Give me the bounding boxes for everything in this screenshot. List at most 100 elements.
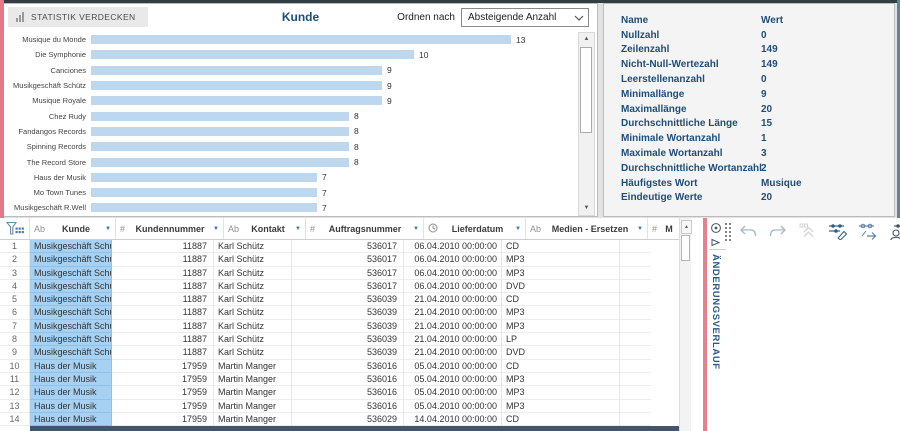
table-row[interactable]: 11Haus der Musik17959Martin Manger536016… (0, 373, 679, 386)
medien-cell[interactable]: MP3 (502, 386, 620, 399)
medien-cell[interactable]: LP (502, 333, 620, 346)
kundennummer-cell[interactable]: 17959 (112, 373, 214, 386)
table-row[interactable]: 8Musikgeschäft Schütz11887Karl Schütz536… (0, 333, 679, 346)
lieferdatum-cell[interactable]: 06.04.2010 00:00:00 (404, 240, 502, 253)
table-horizontal-scrollbar-thumb[interactable] (30, 426, 679, 431)
table-row[interactable]: 4Musikgeschäft Schütz11887Karl Schütz536… (0, 280, 679, 293)
kundennummer-cell[interactable]: 11887 (112, 333, 214, 346)
auftragsnummer-cell[interactable]: 536016 (292, 400, 404, 413)
kontakt-cell[interactable]: Karl Schütz (214, 320, 292, 333)
truncated-cell[interactable] (620, 280, 651, 293)
column-header-truncated[interactable]: # M (648, 218, 679, 239)
auftragsnummer-cell[interactable]: 536017 (292, 240, 404, 253)
kundennummer-cell[interactable]: 11887 (112, 293, 214, 306)
kontakt-cell[interactable]: Karl Schütz (214, 280, 292, 293)
kontakt-cell[interactable]: Martin Manger (214, 413, 292, 426)
kontakt-cell[interactable]: Karl Schütz (214, 333, 292, 346)
auftragsnummer-cell[interactable]: 536039 (292, 293, 404, 306)
lieferdatum-cell[interactable]: 21.04.2010 00:00:00 (404, 320, 502, 333)
kunde-cell[interactable]: Musikgeschäft Schütz (30, 267, 112, 280)
auftragsnummer-cell[interactable]: 536039 (292, 306, 404, 319)
kundennummer-cell[interactable]: 11887 (112, 320, 214, 333)
kunde-cell[interactable]: Musikgeschäft Schütz (30, 320, 112, 333)
lieferdatum-cell[interactable]: 05.04.2010 00:00:00 (404, 373, 502, 386)
truncated-cell[interactable] (620, 386, 651, 399)
kunde-cell[interactable]: Musikgeschäft Schütz (30, 346, 112, 359)
chart-bar[interactable] (91, 50, 414, 59)
medien-cell[interactable]: DVD (502, 346, 620, 359)
table-row[interactable]: 7Musikgeschäft Schütz11887Karl Schütz536… (0, 320, 679, 333)
chart-bar[interactable] (91, 81, 382, 90)
kontakt-cell[interactable]: Karl Schütz (214, 293, 292, 306)
column-header-kunde[interactable]: Ab Kunde ▼ (30, 218, 116, 239)
chart-bar[interactable] (91, 66, 382, 75)
kunde-cell[interactable]: Musikgeschäft Schütz (30, 253, 112, 266)
column-header-auftragsnummer[interactable]: # Auftragsnummer ▼ (306, 218, 424, 239)
truncated-cell[interactable] (620, 413, 651, 426)
chart-bar[interactable] (91, 35, 511, 44)
kunde-cell[interactable]: Musikgeschäft Schütz (30, 306, 112, 319)
kundennummer-cell[interactable]: 17959 (112, 386, 214, 399)
kundennummer-cell[interactable]: 11887 (112, 280, 214, 293)
lieferdatum-cell[interactable]: 14.04.2010 00:00:00 (404, 413, 502, 426)
table-row[interactable]: 2Musikgeschäft Schütz11887Karl Schütz536… (0, 253, 679, 266)
chart-bar[interactable] (91, 112, 349, 121)
chart-bar[interactable] (91, 96, 382, 105)
kundennummer-cell[interactable]: 11887 (112, 267, 214, 280)
table-vertical-scrollbar[interactable]: ▲ (679, 218, 691, 431)
apply-transformation-button[interactable] (857, 221, 879, 241)
table-scrollbar-thumb[interactable] (681, 235, 690, 261)
kunde-cell[interactable]: Haus der Musik (30, 373, 112, 386)
medien-cell[interactable]: CD (502, 360, 620, 373)
auftragsnummer-cell[interactable]: 536017 (292, 253, 404, 266)
kundennummer-cell[interactable]: 17959 (112, 413, 214, 426)
table-corner-cell[interactable] (0, 218, 30, 239)
kunde-cell[interactable]: Musikgeschäft Schütz (30, 333, 112, 346)
truncated-cell[interactable] (620, 373, 651, 386)
kontakt-cell[interactable]: Karl Schütz (214, 306, 292, 319)
column-header-kontakt[interactable]: Ab Kontakt ▼ (224, 218, 306, 239)
lieferdatum-cell[interactable]: 06.04.2010 00:00:00 (404, 253, 502, 266)
lieferdatum-cell[interactable]: 05.04.2010 00:00:00 (404, 360, 502, 373)
sort-by-dropdown[interactable]: Absteigende Anzahl (461, 8, 589, 27)
kunde-cell[interactable]: Musikgeschäft Schütz (30, 293, 112, 306)
redo-button[interactable] (767, 221, 789, 241)
truncated-cell[interactable] (620, 293, 651, 306)
filter-arrow-icon[interactable]: ▼ (515, 226, 521, 232)
medien-cell[interactable]: CD (502, 293, 620, 306)
medien-cell[interactable]: MP3 (502, 373, 620, 386)
medien-cell[interactable]: MP3 (502, 320, 620, 333)
kundennummer-cell[interactable]: 11887 (112, 306, 214, 319)
kontakt-cell[interactable]: Martin Manger (214, 360, 292, 373)
truncated-cell[interactable] (620, 360, 651, 373)
auftragsnummer-cell[interactable]: 536029 (292, 413, 404, 426)
chart-bar[interactable] (91, 127, 349, 136)
left-edge-splitter[interactable] (0, 0, 4, 218)
medien-cell[interactable]: CD (502, 413, 620, 426)
lieferdatum-cell[interactable]: 21.04.2010 00:00:00 (404, 346, 502, 359)
table-row[interactable]: 1Musikgeschäft Schütz11887Karl Schütz536… (0, 240, 679, 253)
kontakt-cell[interactable]: Martin Manger (214, 400, 292, 413)
lieferdatum-cell[interactable]: 06.04.2010 00:00:00 (404, 280, 502, 293)
truncated-cell[interactable] (620, 240, 651, 253)
column-header-kundennummer[interactable]: # Kundennummer ▼ (116, 218, 224, 239)
kontakt-cell[interactable]: Karl Schütz (214, 267, 292, 280)
kunde-cell[interactable]: Musikgeschäft Schütz (30, 240, 112, 253)
truncated-cell[interactable] (620, 333, 651, 346)
kundennummer-cell[interactable]: 11887 (112, 346, 214, 359)
unpin-arrow-icon[interactable] (711, 238, 721, 247)
table-row[interactable]: 10Haus der Musik17959Martin Manger536016… (0, 360, 679, 373)
lieferdatum-cell[interactable]: 21.04.2010 00:00:00 (404, 333, 502, 346)
table-row[interactable]: 13Haus der Musik17959Martin Manger536016… (0, 400, 679, 413)
truncated-cell[interactable] (620, 400, 651, 413)
column-header-medien-ersetzen[interactable]: Ab Medien - Ersetzen ▼ (526, 218, 648, 239)
lieferdatum-cell[interactable]: 05.04.2010 00:00:00 (404, 386, 502, 399)
kontakt-cell[interactable]: Karl Schütz (214, 346, 292, 359)
change-history-tab[interactable]: ÄNDERUNGSVERLAUF (710, 254, 721, 370)
chart-scrollbar[interactable]: ▲ ▼ (578, 32, 595, 216)
table-row[interactable]: 9Musikgeschäft Schütz11887Karl Schütz536… (0, 346, 679, 359)
medien-cell[interactable]: DVD (502, 280, 620, 293)
truncated-cell[interactable] (620, 320, 651, 333)
chart-bar[interactable] (91, 188, 317, 197)
auftragsnummer-cell[interactable]: 536039 (292, 333, 404, 346)
